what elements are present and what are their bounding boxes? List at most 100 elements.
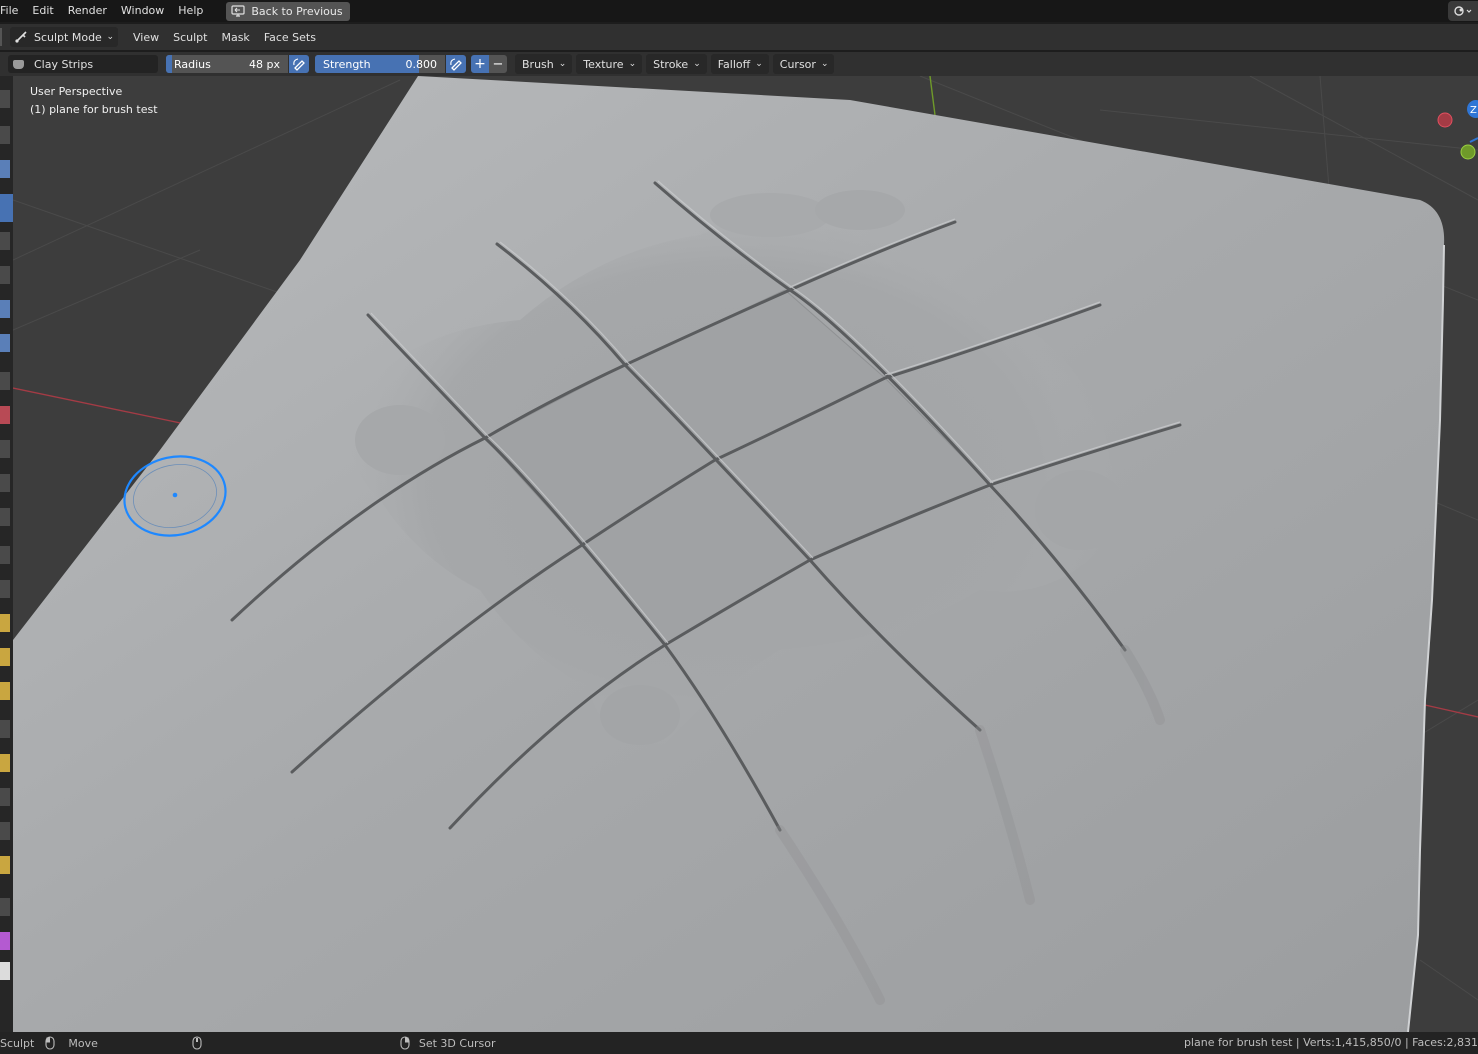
tool-crease-icon[interactable] xyxy=(0,372,10,390)
direction-add-button[interactable]: + xyxy=(471,55,489,73)
gizmo-z-label: Z xyxy=(1470,105,1477,116)
tool-thumb-icon[interactable] xyxy=(0,682,10,700)
status-set-cursor-label: Set 3D Cursor xyxy=(418,1036,496,1050)
tool-scrape-icon[interactable] xyxy=(0,508,10,526)
brush-name: Clay Strips xyxy=(34,57,94,71)
menu-window[interactable]: Window xyxy=(114,0,171,22)
brush-selector[interactable]: Clay Strips xyxy=(8,55,158,73)
tool-pose-icon[interactable] xyxy=(0,720,10,738)
viewport-header: Sculpt Mode ⌄ View Sculpt Mask Face Sets xyxy=(0,24,1478,50)
chevron-down-icon: ⌄ xyxy=(820,59,829,69)
tool-draw-sharp-icon[interactable] xyxy=(0,126,10,144)
tool-pinch-icon[interactable] xyxy=(0,546,10,564)
header-menu-face-sets[interactable]: Face Sets xyxy=(257,31,323,44)
tool-layer-icon[interactable] xyxy=(0,266,10,284)
x-axis-line-right xyxy=(1424,704,1478,718)
tool-mask-icon[interactable] xyxy=(0,962,10,980)
tool-nudge-icon[interactable] xyxy=(0,754,10,772)
tool-grab-icon[interactable] xyxy=(0,580,10,598)
chevron-down-icon: ⌄ xyxy=(628,59,637,69)
tool-smooth-icon[interactable] xyxy=(0,406,10,424)
texture-dropdown-label: Texture xyxy=(583,57,624,71)
sculpt-brush-icon xyxy=(15,31,27,43)
mode-selector[interactable]: Sculpt Mode ⌄ xyxy=(10,27,118,47)
pen-pressure-icon xyxy=(450,58,462,71)
chevron-down-icon: ⌄ xyxy=(106,32,114,42)
radius-label: Radius xyxy=(174,57,211,71)
pen-pressure-icon xyxy=(293,58,305,71)
top-menu-bar: File Edit Render Window Help Back to Pre… xyxy=(0,0,1478,22)
screen-icon xyxy=(231,5,245,17)
header-menu-view[interactable]: View xyxy=(126,31,166,44)
viewport-canvas: Z xyxy=(13,76,1478,1032)
back-to-previous-button[interactable]: Back to Previous xyxy=(226,1,350,21)
status-bar: Sculpt Move Set 3D Cursor plane for brus… xyxy=(0,1032,1478,1054)
mouse-right-icon xyxy=(400,1036,410,1050)
header-menu-sculpt[interactable]: Sculpt xyxy=(166,31,214,44)
tool-simplify-icon[interactable] xyxy=(0,932,10,950)
back-to-previous-label: Back to Previous xyxy=(251,4,343,18)
navigation-gizmo[interactable]: Z xyxy=(1437,100,1478,160)
tool-fill-icon[interactable] xyxy=(0,474,10,492)
tool-slide-relax-icon[interactable] xyxy=(0,822,10,840)
radius-slider-accent xyxy=(166,55,172,73)
radius-pressure-toggle[interactable] xyxy=(289,55,309,73)
strength-slider[interactable]: Strength 0.800 xyxy=(315,55,445,73)
chevron-down-icon: ⌄ xyxy=(558,59,567,69)
brush-dropdown-label: Brush xyxy=(522,57,554,71)
chevron-down-icon: ⌄ xyxy=(755,59,763,69)
tool-rotate-icon[interactable] xyxy=(0,788,10,806)
tool-boundary-icon[interactable] xyxy=(0,856,10,874)
mouse-left-icon xyxy=(45,1036,55,1050)
active-object-label: (1) plane for brush test xyxy=(30,103,158,116)
x-axis-line xyxy=(13,387,191,426)
tool-clay-thumb-icon[interactable] xyxy=(0,232,10,250)
tool-cloth-icon[interactable] xyxy=(0,898,10,916)
header-menu-mask[interactable]: Mask xyxy=(214,31,256,44)
direction-subtract-button[interactable]: − xyxy=(489,55,507,73)
strength-pressure-toggle[interactable] xyxy=(446,55,466,73)
strength-value: 0.800 xyxy=(405,57,438,71)
menu-render[interactable]: Render xyxy=(61,0,114,22)
chevron-down-icon: ⌄ xyxy=(693,59,701,69)
tool-settings-bar: Clay Strips Radius 48 px Strength 0.800 … xyxy=(0,52,1478,76)
cursor-dropdown[interactable]: Cursor ⌄ xyxy=(772,54,835,74)
status-move-hint: Move xyxy=(44,1036,98,1050)
minus-label: − xyxy=(492,56,504,72)
status-mode-label: Sculpt xyxy=(0,1036,35,1050)
status-cursor-hint: Set 3D Cursor xyxy=(399,1036,496,1050)
tool-flatten-icon[interactable] xyxy=(0,440,10,458)
tool-clay-icon[interactable] xyxy=(0,160,10,178)
tool-clay-strips-icon[interactable] xyxy=(0,194,13,222)
status-middle-hint xyxy=(191,1036,203,1050)
tool-draw-icon[interactable] xyxy=(0,90,10,108)
view-perspective-label: User Perspective xyxy=(30,85,123,98)
render-engine-icon[interactable] xyxy=(1448,1,1478,21)
scene-statistics: plane for brush test | Verts:1,415,850/0… xyxy=(1183,1036,1478,1049)
brush-dropdown[interactable]: Brush ⌄ xyxy=(515,54,573,74)
tool-inflate-icon[interactable] xyxy=(0,300,10,318)
plus-label: + xyxy=(474,56,486,72)
cursor-dropdown-label: Cursor xyxy=(779,57,816,71)
texture-dropdown[interactable]: Texture ⌄ xyxy=(576,54,643,74)
editor-type-edge xyxy=(0,28,2,46)
mode-label: Sculpt Mode xyxy=(34,30,102,44)
status-move-label: Move xyxy=(68,1036,98,1050)
strength-label: Strength xyxy=(323,57,371,71)
stroke-dropdown[interactable]: Stroke ⌄ xyxy=(646,54,707,74)
tool-shelf xyxy=(0,76,13,1032)
falloff-dropdown-label: Falloff xyxy=(717,57,751,71)
menu-help[interactable]: Help xyxy=(171,0,210,22)
radius-value: 48 px xyxy=(249,57,280,71)
menu-edit[interactable]: Edit xyxy=(25,0,60,22)
mouse-middle-icon xyxy=(192,1036,202,1050)
falloff-dropdown[interactable]: Falloff ⌄ xyxy=(710,54,769,74)
tool-elastic-icon[interactable] xyxy=(0,614,10,632)
tool-snake-hook-icon[interactable] xyxy=(0,648,10,666)
3d-viewport[interactable]: Z User Perspective (1) plane for brush t… xyxy=(13,76,1478,1032)
stroke-dropdown-label: Stroke xyxy=(653,57,689,71)
brush-preview-icon xyxy=(13,59,24,69)
tool-blob-icon[interactable] xyxy=(0,334,10,352)
menu-file[interactable]: File xyxy=(0,0,25,22)
radius-slider[interactable]: Radius 48 px xyxy=(166,55,288,73)
